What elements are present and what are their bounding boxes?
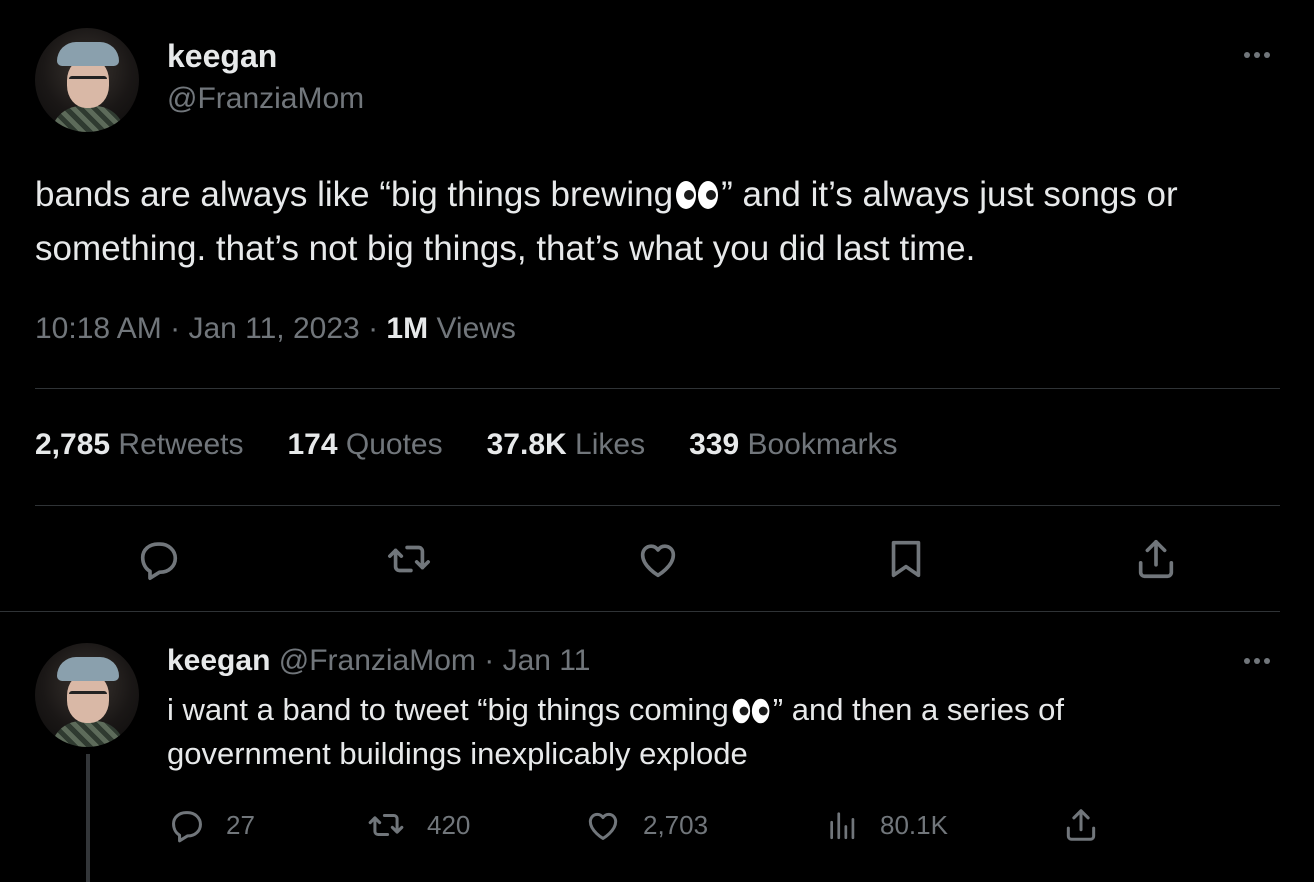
stat-quotes[interactable]: 174 Quotes	[287, 428, 442, 462]
share-icon[interactable]	[1133, 536, 1179, 582]
eyes-emoji-icon	[675, 179, 719, 211]
reply-author-name[interactable]: keegan	[167, 644, 270, 677]
reply-author-avatar[interactable]	[35, 643, 139, 747]
tweet-meta: 10:18 AM · Jan 11, 2023 · 1M Views	[35, 312, 516, 346]
divider	[0, 611, 1280, 612]
reply-text-part1: i want a band to tweet “big things comin…	[167, 692, 729, 727]
divider	[35, 388, 1280, 389]
meta-separator: ·	[170, 312, 181, 345]
reply-header: keegan @FranziaMom · Jan 11	[167, 644, 590, 678]
reply-date[interactable]: Jan 11	[503, 644, 591, 677]
reply-separator: ·	[484, 644, 495, 677]
retweet-icon[interactable]	[386, 536, 432, 582]
reply-icon	[168, 806, 206, 844]
reply-author-handle[interactable]: @FranziaMom	[279, 644, 476, 677]
reply-text: i want a band to tweet “big things comin…	[167, 688, 1227, 776]
author-avatar[interactable]	[35, 28, 139, 132]
eyes-emoji-icon	[731, 697, 771, 725]
like-icon[interactable]	[635, 536, 681, 582]
stat-bookmarks[interactable]: 339 Bookmarks	[689, 428, 897, 462]
stat-likes[interactable]: 37.8K Likes	[487, 428, 645, 462]
views-count: 1M	[386, 312, 429, 345]
retweet-count: 420	[427, 809, 471, 840]
reply-reply-button[interactable]: 27	[168, 806, 255, 844]
reply-count: 27	[226, 809, 255, 840]
stat-retweets[interactable]: 2,785 Retweets	[35, 428, 243, 462]
views-count: 80.1K	[880, 809, 948, 840]
divider	[35, 505, 1280, 506]
tweet-thread-page: keegan @FranziaMom bands are always like…	[0, 0, 1314, 882]
thread-line	[86, 754, 90, 882]
retweet-icon	[365, 806, 407, 844]
author-name[interactable]: keegan	[167, 38, 277, 75]
like-count: 2,703	[643, 809, 709, 840]
analytics-icon	[826, 806, 860, 844]
tweet-text-part1: bands are always like “big things brewin…	[35, 175, 674, 214]
like-icon	[583, 806, 623, 844]
reply-like-button[interactable]: 2,703	[583, 806, 708, 844]
reply-retweet-button[interactable]: 420	[365, 806, 470, 844]
reply-share-button[interactable]	[1062, 806, 1100, 844]
tweet-text: bands are always like “big things brewin…	[35, 168, 1285, 276]
author-handle[interactable]: @FranziaMom	[167, 82, 364, 116]
meta-separator: ·	[368, 312, 379, 345]
reply-views-button[interactable]: 80.1K	[826, 806, 948, 844]
views-label: Views	[436, 312, 516, 345]
bookmark-icon[interactable]	[883, 536, 929, 582]
tweet-time[interactable]: 10:18 AM	[35, 312, 162, 345]
reply-icon[interactable]	[136, 536, 182, 582]
reply-more-options-icon[interactable]	[1244, 658, 1270, 664]
tweet-date[interactable]: Jan 11, 2023	[188, 312, 359, 345]
tweet-stats: 2,785 Retweets 174 Quotes 37.8K Likes 33…	[35, 428, 898, 462]
more-options-icon[interactable]	[1244, 52, 1270, 58]
share-icon	[1062, 806, 1100, 844]
